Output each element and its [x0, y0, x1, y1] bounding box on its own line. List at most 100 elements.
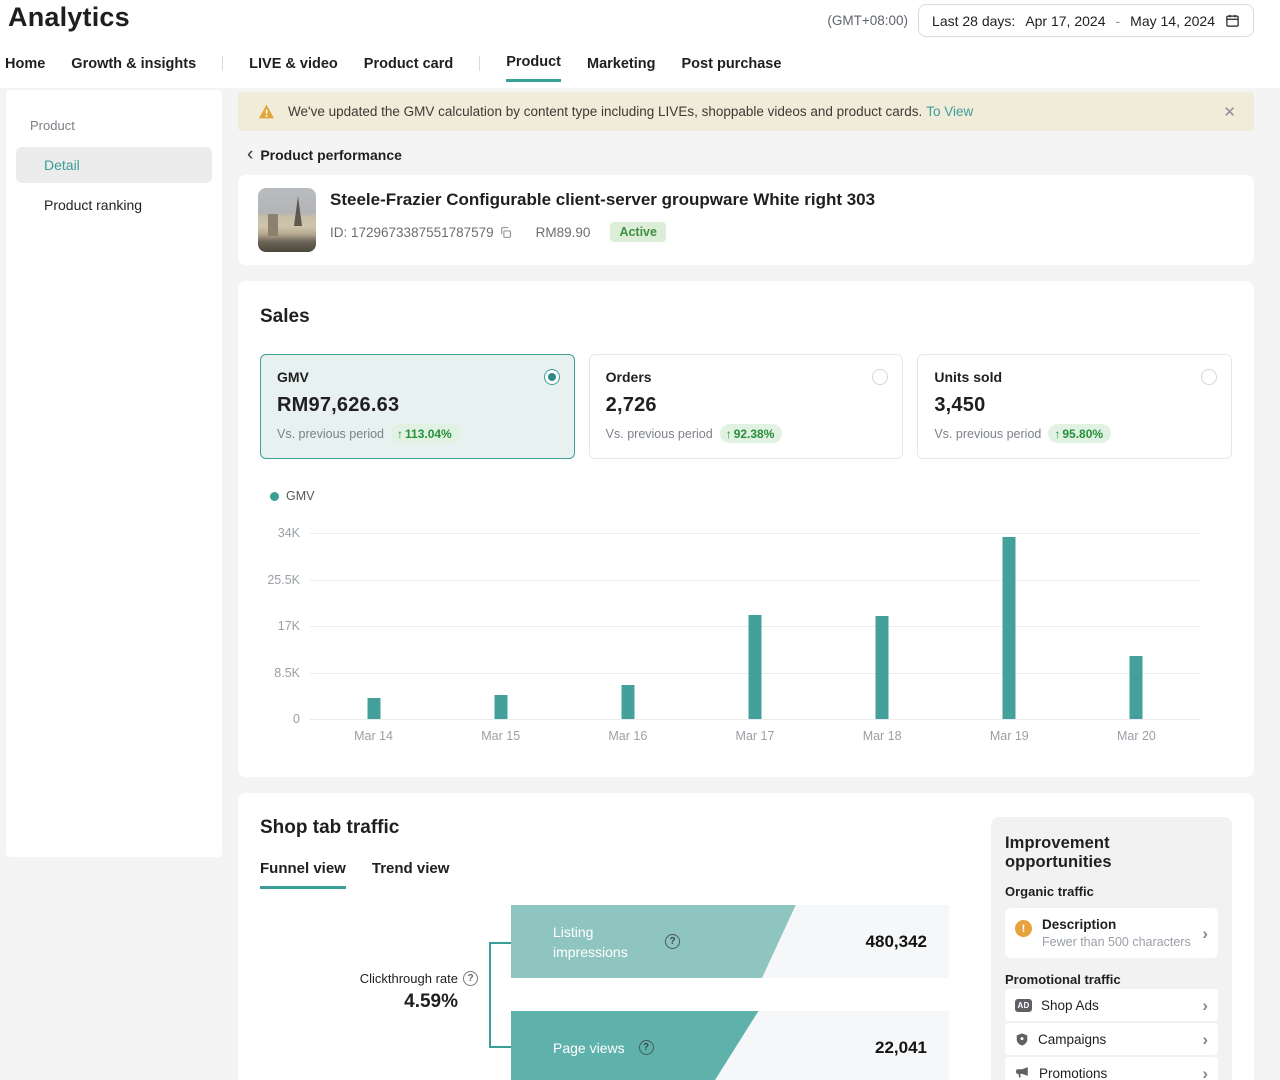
trend-badge: ↑95.80% [1048, 424, 1111, 443]
bar-mar-14[interactable] [367, 698, 380, 719]
x-axis-tick-label: Mar 15 [481, 729, 520, 743]
trend-value: 92.38% [734, 427, 775, 441]
banner-message: We've updated the GMV calculation by con… [288, 104, 922, 119]
bar-mar-19[interactable] [1003, 537, 1016, 719]
date-end: May 14, 2024 [1130, 13, 1215, 29]
trend-value: 113.04% [405, 427, 452, 441]
sidebar: Product Detail Product ranking [6, 90, 222, 857]
traffic-tabs: Funnel view Trend view [260, 860, 991, 889]
help-icon[interactable]: ? [665, 934, 680, 949]
bar-mar-17[interactable] [749, 615, 762, 719]
promo-item-promotions[interactable]: Promotions › [1005, 1057, 1218, 1080]
compare-label: Vs. previous period [934, 427, 1041, 441]
trend-badge: ↑92.38% [720, 424, 783, 443]
bar-mar-18[interactable] [876, 616, 889, 719]
date-range-picker[interactable]: Last 28 days: Apr 17, 2024 - May 14, 202… [918, 4, 1254, 37]
chevron-right-icon: › [1202, 1031, 1208, 1048]
sidebar-item-product-ranking[interactable]: Product ranking [16, 187, 212, 223]
chart-plot-area: 08.5K17K25.5K34KMar 14Mar 15Mar 16Mar 17… [310, 533, 1200, 719]
help-icon[interactable]: ? [639, 1040, 654, 1055]
product-id: ID: 1729673387551787579 [330, 225, 494, 240]
rate-label-text: Clickthrough rate [360, 971, 458, 986]
traffic-heading: Shop tab traffic [260, 817, 991, 839]
clickthrough-rate-label: Clickthrough rate ? [300, 971, 478, 986]
nav-home[interactable]: Home [5, 56, 45, 81]
x-axis-tick-label: Mar 20 [1117, 729, 1156, 743]
tab-funnel-view[interactable]: Funnel view [260, 860, 346, 889]
sales-metric-cards: GMV RM97,626.63 Vs. previous period ↑113… [260, 354, 1232, 459]
nav-product-card[interactable]: Product card [364, 56, 453, 81]
metric-card-orders[interactable]: Orders 2,726 Vs. previous period ↑92.38% [589, 354, 904, 459]
y-axis-tick-label: 8.5K [274, 666, 300, 680]
promo-item-campaigns[interactable]: Campaigns › [1005, 1023, 1218, 1055]
y-axis-tick-label: 34K [278, 526, 300, 540]
timezone-label: (GMT+08:00) [827, 13, 908, 28]
funnel-bracket-line [489, 942, 491, 1047]
chart-gridline [310, 719, 1200, 720]
bar-mar-15[interactable] [494, 695, 507, 719]
x-axis-tick-label: Mar 16 [608, 729, 647, 743]
nav-growth-insights[interactable]: Growth & insights [71, 56, 196, 81]
nav-live-video[interactable]: LIVE & video [249, 56, 338, 81]
back-chevron-icon[interactable]: ‹ [247, 148, 253, 162]
chevron-right-icon: › [1202, 997, 1208, 1014]
chart-gridline [310, 580, 1200, 581]
nav-product[interactable]: Product [506, 54, 561, 82]
gmv-bar-chart: 08.5K17K25.5K34KMar 14Mar 15Mar 16Mar 17… [260, 521, 1232, 751]
nav-divider [222, 56, 223, 71]
funnel-row-label: Listing impressions [553, 922, 651, 962]
y-axis-tick-label: 25.5K [267, 573, 300, 587]
promotional-traffic-label: Promotional traffic [1005, 972, 1218, 987]
breadcrumb-label[interactable]: Product performance [260, 147, 402, 163]
ad-icon: AD [1015, 999, 1032, 1012]
promo-item-label: Shop Ads [1041, 998, 1099, 1013]
metric-card-units-sold[interactable]: Units sold 3,450 Vs. previous period ↑95… [917, 354, 1232, 459]
sidebar-group-label: Product [16, 118, 212, 133]
funnel-row-label: Page views [553, 1040, 625, 1056]
improvement-opportunities-panel: Improvement opportunities Organic traffi… [991, 817, 1232, 1080]
promo-item-label: Promotions [1039, 1066, 1107, 1080]
breadcrumb: ‹ Product performance [247, 147, 1254, 163]
improvement-heading: Improvement opportunities [1005, 834, 1218, 872]
radio-selected-icon[interactable] [544, 369, 560, 385]
close-icon[interactable]: ✕ [1223, 103, 1236, 121]
nav-marketing[interactable]: Marketing [587, 56, 656, 81]
legend-label: GMV [286, 489, 314, 503]
x-axis-tick-label: Mar 19 [990, 729, 1029, 743]
chart-legend: GMV [270, 489, 1232, 503]
nav-divider [479, 56, 480, 71]
metric-value: 3,450 [934, 394, 1215, 417]
banner-to-view-link[interactable]: To View [926, 104, 973, 119]
warning-icon [258, 104, 275, 119]
description-title: Description [1042, 917, 1191, 932]
funnel-row-page-views[interactable]: Page views ? 22,041 [511, 1011, 949, 1080]
bar-mar-16[interactable] [621, 685, 634, 719]
copy-icon[interactable] [499, 226, 512, 239]
help-icon[interactable]: ? [463, 971, 478, 986]
tab-trend-view[interactable]: Trend view [372, 860, 450, 889]
metric-card-gmv[interactable]: GMV RM97,626.63 Vs. previous period ↑113… [260, 354, 575, 459]
metric-value: RM97,626.63 [277, 394, 558, 417]
description-subtitle: Fewer than 500 characters [1042, 935, 1191, 949]
funnel-row-listing-impressions[interactable]: Listing impressions ? 480,342 [511, 905, 949, 978]
nav-post-purchase[interactable]: Post purchase [682, 56, 782, 81]
sidebar-item-detail[interactable]: Detail [16, 147, 212, 183]
alert-icon: ! [1015, 920, 1032, 937]
description-opportunity-card[interactable]: ! Description Fewer than 500 characters … [1005, 908, 1218, 958]
product-header-card: Steele-Frazier Configurable client-serve… [238, 175, 1254, 265]
radio-unselected-icon[interactable] [1201, 369, 1217, 385]
y-axis-tick-label: 0 [293, 712, 300, 726]
metric-label: Units sold [934, 369, 1215, 385]
bar-mar-20[interactable] [1130, 656, 1143, 719]
product-image [258, 188, 316, 252]
page-title: Analytics [8, 2, 130, 33]
funnel-row-value: 22,041 [875, 1011, 927, 1080]
content-area: Product Detail Product ranking We've upd… [0, 88, 1280, 1080]
organic-traffic-label: Organic traffic [1005, 884, 1218, 899]
clickthrough-rate-value: 4.59% [300, 991, 458, 1013]
metric-value: 2,726 [606, 394, 887, 417]
promo-item-shop-ads[interactable]: AD Shop Ads › [1005, 989, 1218, 1021]
sales-section: Sales GMV RM97,626.63 Vs. previous perio… [238, 281, 1254, 777]
main-nav: Home Growth & insights LIVE & video Prod… [5, 54, 781, 82]
up-arrow-icon: ↑ [1054, 427, 1060, 441]
